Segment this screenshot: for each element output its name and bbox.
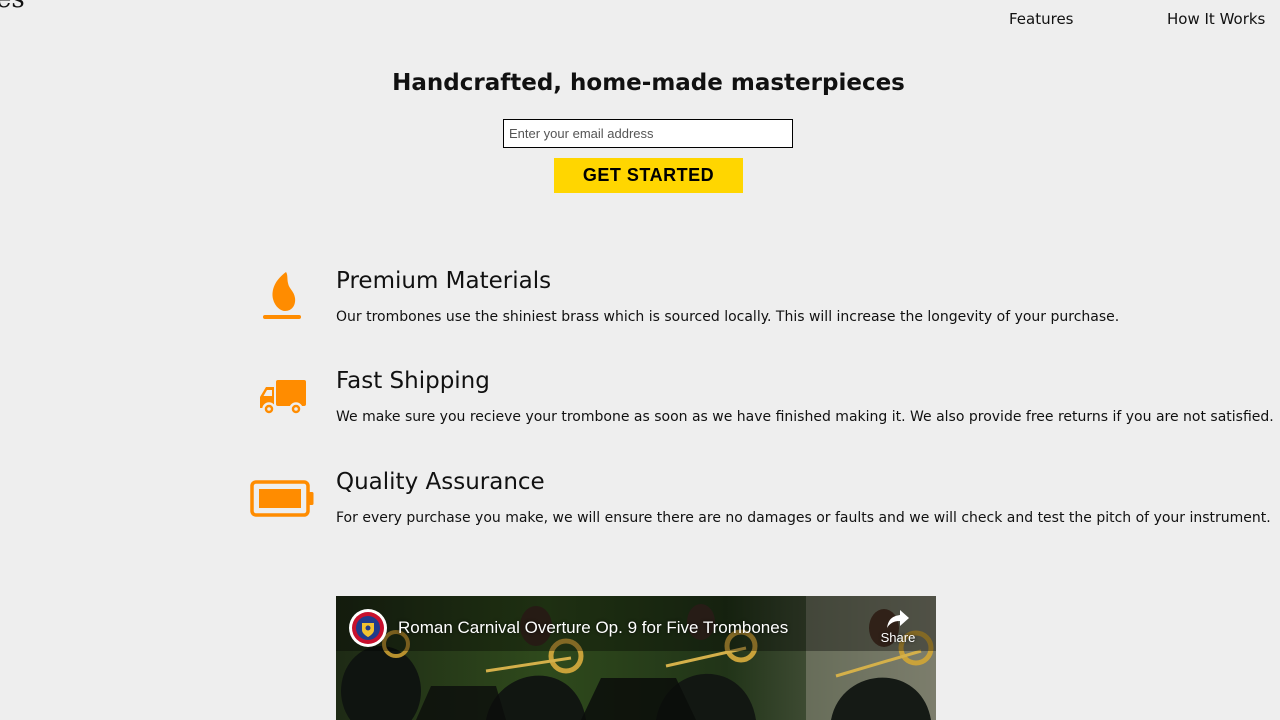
nav-link-features[interactable]: Features bbox=[1009, 10, 1074, 28]
feature-desc-quality-assurance: For every purchase you make, we will ens… bbox=[336, 510, 1271, 526]
video-embed[interactable]: Roman Carnival Overture Op. 9 for Five T… bbox=[336, 596, 936, 720]
feature-desc-premium-materials: Our trombones use the shiniest brass whi… bbox=[336, 309, 1120, 325]
feature-desc-fast-shipping: We make sure you recieve your trombone a… bbox=[336, 409, 1274, 425]
share-icon bbox=[887, 610, 909, 628]
feature-title-fast-shipping: Fast Shipping bbox=[336, 368, 490, 394]
video-title[interactable]: Roman Carnival Overture Op. 9 for Five T… bbox=[398, 618, 788, 638]
page: es Features How It Works Handcrafted, ho… bbox=[0, 0, 1280, 720]
get-started-button[interactable]: GET STARTED bbox=[554, 158, 743, 193]
flame-icon bbox=[263, 272, 301, 319]
channel-logo-icon[interactable] bbox=[348, 608, 388, 648]
hero-title: Handcrafted, home-made masterpieces bbox=[392, 70, 905, 96]
share-label: Share bbox=[880, 630, 916, 645]
truck-icon bbox=[260, 380, 306, 416]
email-input[interactable] bbox=[503, 119, 793, 148]
feature-title-quality-assurance: Quality Assurance bbox=[336, 469, 545, 495]
feature-title-premium-materials: Premium Materials bbox=[336, 268, 552, 294]
video-thumbnail bbox=[336, 596, 936, 720]
nav-link-how-it-works[interactable]: How It Works bbox=[1167, 10, 1265, 28]
site-logo-text[interactable]: es bbox=[0, 0, 25, 14]
share-button[interactable]: Share bbox=[874, 608, 922, 658]
battery-icon bbox=[250, 480, 314, 517]
